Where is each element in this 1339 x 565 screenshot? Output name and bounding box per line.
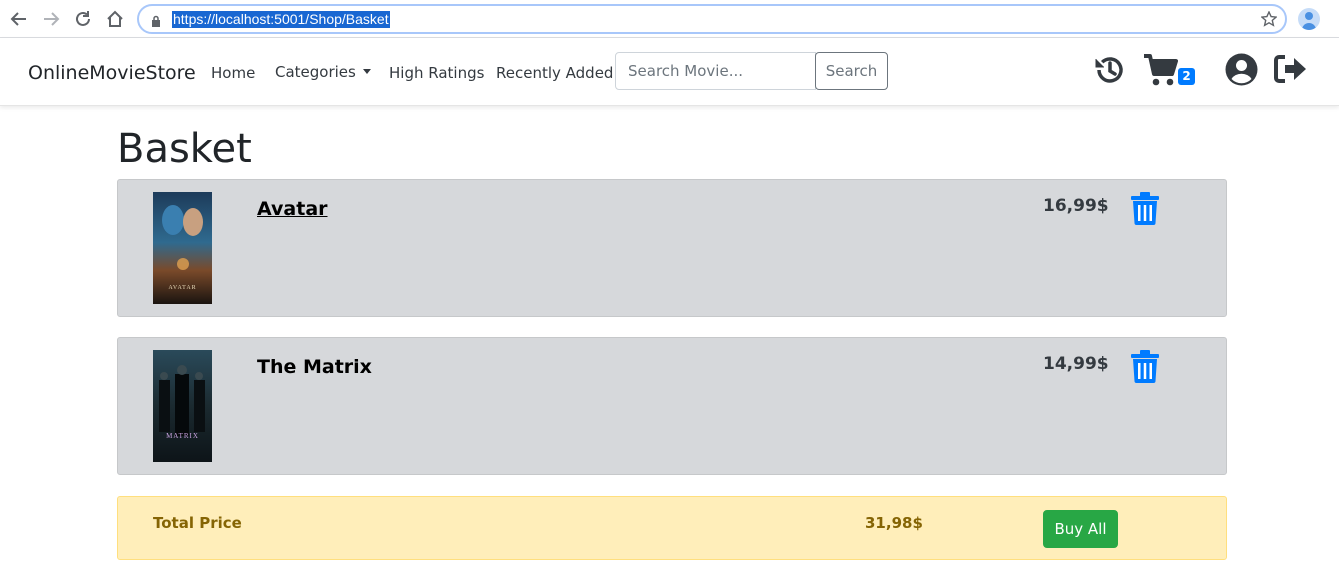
- browser-toolbar: https://localhost:5001/Shop/Basket: [0, 0, 1339, 38]
- address-bar[interactable]: https://localhost:5001/Shop/Basket: [137, 4, 1287, 34]
- item-price: 14,99$: [1043, 354, 1109, 374]
- search-input[interactable]: [615, 52, 816, 90]
- back-arrow-icon[interactable]: [7, 7, 31, 31]
- cart-count-badge: 2: [1178, 68, 1195, 85]
- forward-arrow-icon[interactable]: [39, 7, 63, 31]
- bookmark-star-icon[interactable]: [1260, 10, 1278, 31]
- url-text: https://localhost:5001/Shop/Basket: [172, 11, 390, 28]
- poster-label: AVATAR: [168, 285, 197, 291]
- trash-icon[interactable]: [1131, 350, 1159, 387]
- site-navbar: OnlineMovieStore Home Categories High Ra…: [0, 38, 1339, 106]
- total-summary: Total Price 31,98$ Buy All: [117, 496, 1227, 560]
- history-icon[interactable]: [1093, 53, 1127, 91]
- nav-high-ratings[interactable]: High Ratings: [389, 64, 484, 82]
- total-price-label: Total Price: [153, 514, 242, 532]
- basket-item: MATRIX The Matrix 14,99$: [117, 337, 1227, 475]
- search-button[interactable]: Search: [815, 52, 888, 90]
- poster-image[interactable]: MATRIX: [153, 350, 212, 462]
- item-title[interactable]: The Matrix: [257, 356, 372, 378]
- cart-icon[interactable]: [1142, 53, 1178, 91]
- logout-icon[interactable]: [1273, 53, 1307, 89]
- basket-item: AVATAR Avatar 16,99$: [117, 179, 1227, 317]
- total-price-value: 31,98$: [865, 514, 923, 532]
- nav-home[interactable]: Home: [211, 64, 255, 82]
- item-title-link[interactable]: Avatar: [257, 198, 328, 220]
- home-icon[interactable]: [103, 7, 127, 31]
- trash-icon[interactable]: [1131, 192, 1159, 229]
- brand-logo[interactable]: OnlineMovieStore: [28, 62, 196, 84]
- nav-categories-label: Categories: [275, 63, 356, 81]
- nav-recently-added[interactable]: Recently Added: [496, 64, 613, 82]
- buy-all-button[interactable]: Buy All: [1043, 510, 1118, 548]
- nav-categories-dropdown[interactable]: Categories: [275, 63, 371, 81]
- profile-avatar-icon[interactable]: [1298, 8, 1320, 30]
- item-price: 16,99$: [1043, 196, 1109, 216]
- lock-icon: [151, 13, 161, 32]
- page-title: Basket: [117, 126, 252, 172]
- poster-image[interactable]: AVATAR: [153, 192, 212, 304]
- user-account-icon[interactable]: [1225, 53, 1258, 90]
- reload-icon[interactable]: [71, 7, 95, 31]
- chevron-down-icon: [362, 69, 371, 74]
- poster-label: MATRIX: [166, 432, 199, 440]
